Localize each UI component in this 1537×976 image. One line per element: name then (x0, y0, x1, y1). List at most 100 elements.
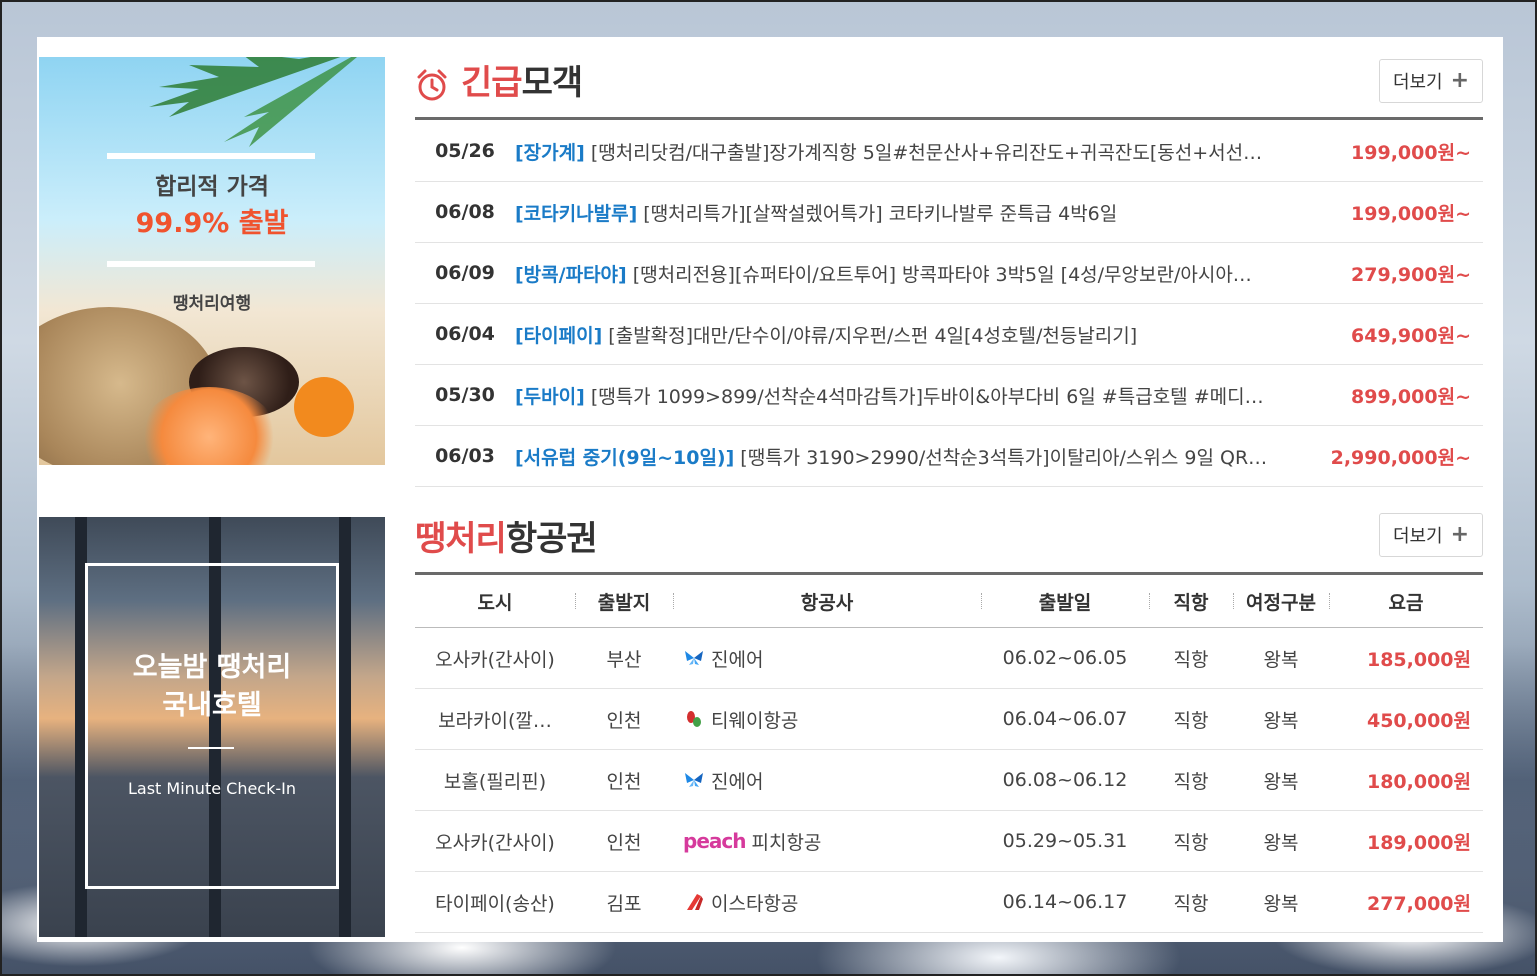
peach-icon: peach (683, 829, 746, 853)
col-fare: 요금 (1329, 588, 1483, 615)
cell-fare: 277,000원 (1366, 892, 1471, 915)
airline-name: 진에어 (711, 770, 764, 793)
deal-category: [타이페이] (515, 324, 603, 347)
banner-frame (85, 563, 339, 889)
deal-category: [서유럽 중기(9일~10일)] (515, 446, 735, 469)
cell-date: 06.14~06.17 (1002, 891, 1128, 913)
deal-date: 06/09 (435, 262, 495, 284)
cell-airline: 이스타항공 (673, 889, 981, 916)
airline-name: 이스타항공 (711, 892, 799, 915)
cell-date: 06.04~06.07 (1002, 708, 1128, 730)
deal-category: [두바이] (515, 385, 585, 408)
flights-table: 도시 출발지 항공사 출발일 직항 여정구분 요금 오사카(간사이) 부산 진에… (415, 575, 1483, 933)
list-item[interactable]: 06/08 [코타키나발루] [땡처리특가][살짝설렜어특가] 코타키나발루 준특… (415, 182, 1483, 243)
plus-icon: + (1450, 522, 1470, 547)
deal-price: 279,900원~ (1351, 263, 1471, 286)
airline-name: 진에어 (711, 648, 764, 671)
deal-title[interactable]: [서유럽 중기(9일~10일)] [땡특가 3190>2990/선착순3석특가]이… (515, 443, 1303, 470)
flights-title: 땡처리항공권 (415, 511, 598, 560)
cell-trip: 왕복 (1263, 892, 1299, 915)
table-row[interactable]: 보라카이(깔… 인천 티웨이항공 06.04~06.07 직항 왕복 450,0… (415, 689, 1483, 750)
list-item[interactable]: 06/04 [타이페이] [출발확정]대만/단수이/야류/지우펀/스펀 4일[4성… (415, 304, 1483, 365)
deal-date: 06/08 (435, 201, 495, 223)
deal-category: [코타키나발루] (515, 202, 638, 225)
jinair-icon (685, 773, 703, 787)
deal-title[interactable]: [방콕/파타야] [땡처리전용][슈퍼타이/요트투어] 방콕파타야 3박5일 [4… (515, 260, 1303, 287)
cell-city: 오사카(간사이) (435, 831, 555, 854)
jinair-icon (685, 651, 703, 665)
list-item[interactable]: 05/30 [두바이] [땡특가 1099>899/선착순4석마감특가]두바이&아… (415, 365, 1483, 426)
cell-fare: 189,000원 (1366, 831, 1471, 854)
deal-text: [땡특가 1099>899/선착순4석마감특가]두바이&아부다비 6일 #특급호… (590, 385, 1264, 408)
urgent-title: 긴급모객 (415, 55, 584, 104)
deal-title[interactable]: [코타키나발루] [땡처리특가][살짝설렜어특가] 코타키나발루 준특급 4박6일 (515, 199, 1303, 226)
cell-direct: 직항 (1173, 648, 1209, 671)
promo-line2: 99.9% 출발 (135, 208, 289, 239)
cell-fare: 450,000원 (1366, 709, 1471, 732)
table-header: 도시 출발지 항공사 출발일 직항 여정구분 요금 (415, 575, 1483, 628)
cell-departure: 인천 (606, 770, 642, 793)
col-city: 도시 (477, 591, 513, 614)
urgent-title-rest: 모객 (521, 63, 584, 103)
list-item[interactable]: 05/26 [장가계] [땡처리닷컴/대구출발]장가계직항 5일#천문산사+유리잔… (415, 121, 1483, 182)
list-item[interactable]: 06/03 [서유럽 중기(9일~10일)] [땡특가 3190>2990/선착순… (415, 426, 1483, 487)
airline-name: 티웨이항공 (711, 709, 799, 732)
list-item[interactable]: 06/09 [방콕/파타야] [땡처리전용][슈퍼타이/요트투어] 방콕파타야 3… (415, 243, 1483, 304)
col-direct: 직항 (1149, 588, 1233, 615)
hotel-title-line1: 오늘밤 땡처리 (132, 652, 292, 683)
table-row[interactable]: 오사카(간사이) 인천 peach 피치항공 05.29~05.31 직항 왕복… (415, 811, 1483, 872)
cell-trip: 왕복 (1263, 831, 1299, 854)
deal-date: 06/03 (435, 445, 495, 467)
flights-title-red: 땡처리 (415, 519, 507, 559)
urgent-list: 05/26 [장가계] [땡처리닷컴/대구출발]장가계직항 5일#천문산사+유리잔… (415, 121, 1483, 487)
deal-category: [장가계] (515, 141, 585, 164)
content-panel: 합리적 가격 99.9% 출발 땡처리여행 오늘밤 땡처리 국내호텔 Last … (37, 37, 1503, 942)
hotel-title-line2: 국내호텔 (162, 690, 262, 721)
deal-text: [땡처리전용][슈퍼타이/요트투어] 방콕파타야 3박5일 [4성/무앙보란/아… (632, 263, 1252, 286)
cell-departure: 인천 (606, 709, 642, 732)
airline-name: 피치항공 (751, 831, 822, 854)
promo-banner[interactable]: 합리적 가격 99.9% 출발 땡처리여행 (39, 57, 385, 465)
deal-text: [땡처리닷컴/대구출발]장가계직항 5일#천문산사+유리잔도+귀곡잔도[동선+서… (590, 141, 1263, 164)
hotel-banner[interactable]: 오늘밤 땡처리 국내호텔 Last Minute Check-In (39, 517, 385, 937)
divider-line (107, 261, 315, 267)
cell-departure: 김포 (606, 892, 642, 915)
divider-line (107, 153, 315, 159)
table-row[interactable]: 보홀(필리핀) 인천 진에어 06.08~06.12 직항 왕복 180,000… (415, 750, 1483, 811)
table-row[interactable]: 오사카(간사이) 부산 진에어 06.02~06.05 직항 왕복 185,00… (415, 628, 1483, 689)
urgent-more-button[interactable]: 더보기 + (1379, 59, 1483, 103)
flights-title-rest: 항공권 (505, 519, 598, 559)
deal-title[interactable]: [장가계] [땡처리닷컴/대구출발]장가계직항 5일#천문산사+유리잔도+귀곡잔도… (515, 138, 1303, 165)
hotel-title: 오늘밤 땡처리 국내호텔 (39, 649, 385, 725)
cell-airline: peach 피치항공 (673, 828, 981, 855)
deal-category: [방콕/파타야] (515, 263, 627, 286)
cell-departure: 인천 (606, 831, 642, 854)
cell-direct: 직항 (1173, 831, 1209, 854)
cell-airline: 티웨이항공 (673, 706, 981, 733)
deal-price: 899,000원~ (1351, 385, 1471, 408)
deal-title[interactable]: [타이페이] [출발확정]대만/단수이/야류/지우펀/스펀 4일[4성호텔/천등날… (515, 321, 1303, 348)
tway-icon (687, 711, 701, 727)
deal-text: [출발확정]대만/단수이/야류/지우펀/스펀 4일[4성호텔/천등날리기] (608, 324, 1138, 347)
deal-date: 05/30 (435, 384, 495, 406)
deal-text: [땡특가 3190>2990/선착순3석특가]이탈리아/스위스 9일 QR … (740, 446, 1274, 469)
flights-more-button[interactable]: 더보기 + (1379, 513, 1483, 557)
cell-date: 05.29~05.31 (1002, 830, 1128, 852)
cell-city: 타이페이(송산) (435, 892, 555, 915)
cell-date: 06.08~06.12 (1002, 769, 1128, 791)
cell-fare: 185,000원 (1366, 648, 1471, 671)
more-label: 더보기 (1392, 526, 1443, 547)
table-row[interactable]: 타이페이(송산) 김포 이스타항공 06.14~06.17 직항 왕복 277,… (415, 872, 1483, 933)
cell-city: 보라카이(깔… (438, 709, 552, 732)
cell-direct: 직항 (1173, 709, 1209, 732)
deal-price: 199,000원~ (1351, 141, 1471, 164)
cell-airline: 진에어 (673, 645, 981, 672)
deal-price: 649,900원~ (1351, 324, 1471, 347)
cell-fare: 180,000원 (1366, 770, 1471, 793)
deal-title[interactable]: [두바이] [땡특가 1099>899/선착순4석마감특가]두바이&아부다비 6일… (515, 382, 1303, 409)
promo-line1: 합리적 가격 (155, 174, 269, 200)
plus-icon: + (1450, 68, 1470, 93)
urgent-title-red: 긴급 (461, 63, 523, 103)
cell-trip: 왕복 (1263, 648, 1299, 671)
window-frame (339, 517, 351, 937)
